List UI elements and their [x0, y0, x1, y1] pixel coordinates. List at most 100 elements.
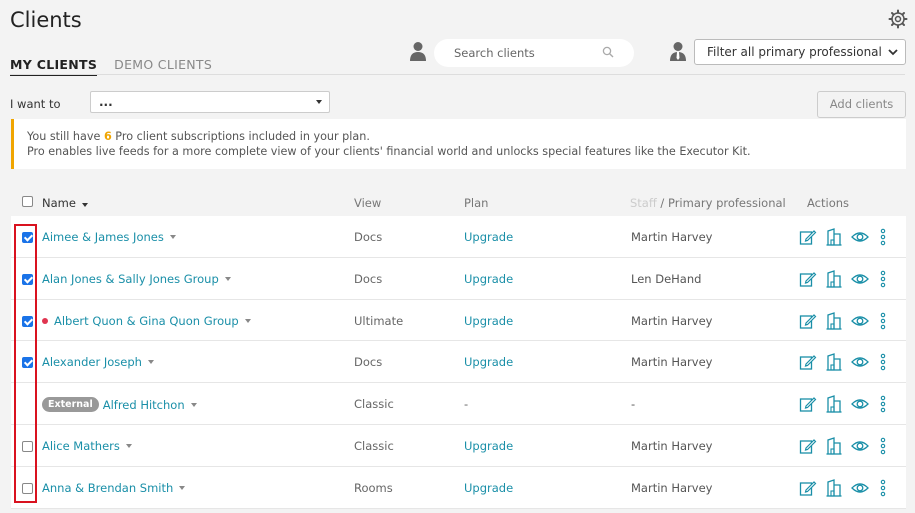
- staff-separator: /: [656, 196, 668, 210]
- client-menu-caret-icon[interactable]: [190, 402, 197, 407]
- building-icon[interactable]: [825, 353, 843, 372]
- row-checkbox[interactable]: [22, 232, 33, 243]
- client-name-label[interactable]: Alexander Joseph: [42, 355, 142, 369]
- table-row[interactable]: Alexander Joseph Docs Upgrade Martin Har…: [11, 341, 906, 384]
- client-name[interactable]: Alexander Joseph: [42, 355, 154, 369]
- client-name[interactable]: Aimee & James Jones: [42, 230, 176, 244]
- more-options-icon[interactable]: [879, 479, 887, 497]
- building-icon[interactable]: [825, 269, 843, 288]
- edit-icon[interactable]: [799, 353, 817, 371]
- view-cell: Ultimate: [354, 313, 404, 328]
- client-menu-caret-icon[interactable]: [224, 276, 231, 281]
- client-name[interactable]: Anna & Brendan Smith: [42, 481, 186, 495]
- plan-cell: -: [464, 397, 469, 412]
- search-icon[interactable]: [602, 46, 614, 58]
- client-menu-caret-icon[interactable]: [179, 485, 186, 490]
- i-want-to-select[interactable]: ...: [90, 91, 330, 113]
- building-icon[interactable]: [825, 228, 843, 246]
- primary-professional-cell: Len DeHand: [631, 271, 702, 286]
- client-name-label[interactable]: Alfred Hitchon: [103, 398, 185, 412]
- column-name-label: Name: [42, 196, 76, 210]
- view-cell: Docs: [354, 230, 383, 244]
- more-options-icon[interactable]: [879, 395, 887, 413]
- column-actions: Actions: [807, 196, 850, 210]
- plan-cell[interactable]: Upgrade: [464, 355, 513, 369]
- column-view: View: [354, 196, 382, 210]
- staff-toggle[interactable]: Staff: [630, 196, 657, 210]
- table-header: Name View Plan Staff / Primary professio…: [11, 188, 906, 216]
- more-options-icon[interactable]: [879, 270, 887, 288]
- table-row[interactable]: Alan Jones & Sally Jones Group Docs Upgr…: [11, 257, 906, 300]
- more-options-icon[interactable]: [879, 437, 887, 455]
- row-checkbox[interactable]: [22, 357, 33, 369]
- professional-icon: [670, 42, 686, 61]
- building-icon[interactable]: [825, 311, 843, 330]
- eye-icon[interactable]: [851, 479, 869, 497]
- more-options-icon[interactable]: [879, 312, 887, 330]
- building-icon[interactable]: [825, 478, 843, 497]
- column-name[interactable]: Name: [42, 196, 88, 210]
- table-row[interactable]: Albert Quon & Gina Quon Group Ultimate U…: [11, 299, 906, 342]
- client-name[interactable]: Alan Jones & Sally Jones Group: [42, 272, 231, 286]
- search-clients-input[interactable]: Search clients: [434, 39, 634, 67]
- view-cell: Docs: [354, 355, 383, 370]
- primary-professional-filter[interactable]: Filter all primary professional: [694, 39, 906, 65]
- row-checkbox[interactable]: [22, 273, 33, 285]
- client-name[interactable]: External Alfred Hitchon: [42, 397, 197, 413]
- client-menu-caret-icon[interactable]: [169, 235, 176, 239]
- table-row[interactable]: External Alfred Hitchon Classic - -: [11, 383, 906, 425]
- eye-icon[interactable]: [851, 437, 869, 455]
- row-checkbox[interactable]: [22, 482, 33, 494]
- primary-professional-cell: Martin Harvey: [631, 230, 713, 244]
- client-name-label[interactable]: Alan Jones & Sally Jones Group: [42, 272, 219, 286]
- view-cell: Classic: [354, 438, 394, 453]
- more-options-icon[interactable]: [879, 353, 887, 371]
- client-name[interactable]: Albert Quon & Gina Quon Group: [42, 314, 251, 328]
- i-want-to-label: I want to: [10, 97, 61, 111]
- edit-icon[interactable]: [799, 228, 817, 246]
- edit-icon[interactable]: [799, 270, 817, 288]
- client-name-label[interactable]: Albert Quon & Gina Quon Group: [54, 314, 239, 328]
- plan-cell[interactable]: Upgrade: [464, 481, 513, 495]
- client-menu-caret-icon[interactable]: [244, 318, 251, 323]
- plan-cell[interactable]: Upgrade: [464, 314, 513, 328]
- eye-icon[interactable]: [851, 312, 869, 330]
- eye-icon[interactable]: [851, 228, 869, 246]
- more-options-icon[interactable]: [879, 228, 887, 246]
- plan-cell[interactable]: Upgrade: [464, 230, 513, 244]
- table-body: Aimee & James Jones Docs Upgrade Martin …: [11, 216, 906, 509]
- eye-icon[interactable]: [851, 353, 869, 371]
- eye-icon[interactable]: [851, 270, 869, 288]
- client-menu-caret-icon[interactable]: [147, 360, 154, 365]
- edit-icon[interactable]: [799, 395, 817, 413]
- client-name-label[interactable]: Anna & Brendan Smith: [42, 481, 173, 495]
- table-row[interactable]: Alice Mathers Classic Upgrade Martin Har…: [11, 424, 906, 467]
- gear-icon[interactable]: [888, 9, 908, 29]
- notice-prefix: You still have: [27, 130, 104, 143]
- edit-icon[interactable]: [799, 479, 817, 497]
- subscription-notice: You still have 6 Pro client subscription…: [11, 119, 906, 169]
- building-icon[interactable]: [825, 437, 843, 455]
- row-checkbox[interactable]: [22, 315, 33, 327]
- building-icon[interactable]: [825, 395, 843, 413]
- plan-cell[interactable]: Upgrade: [464, 439, 513, 453]
- client-name-label[interactable]: Aimee & James Jones: [42, 230, 164, 244]
- plan-cell[interactable]: Upgrade: [464, 272, 513, 286]
- primary-professional-cell: Martin Harvey: [631, 438, 713, 453]
- person-icon: [410, 42, 426, 61]
- row-checkbox[interactable]: [22, 440, 33, 452]
- notice-count: 6: [103, 130, 112, 143]
- client-name-label[interactable]: Alice Mathers: [42, 439, 120, 453]
- select-all-checkbox[interactable]: [22, 196, 33, 207]
- row-actions: [799, 395, 887, 413]
- external-badge: External: [42, 397, 99, 413]
- eye-icon[interactable]: [851, 395, 869, 413]
- client-name[interactable]: Alice Mathers: [42, 439, 132, 453]
- table-row[interactable]: Aimee & James Jones Docs Upgrade Martin …: [11, 216, 906, 258]
- edit-icon[interactable]: [799, 437, 817, 455]
- add-clients-button[interactable]: Add clients: [817, 91, 906, 118]
- primary-professional-toggle[interactable]: Primary professional: [668, 196, 786, 210]
- edit-icon[interactable]: [799, 312, 817, 330]
- client-menu-caret-icon[interactable]: [125, 443, 132, 448]
- table-row[interactable]: Anna & Brendan Smith Rooms Upgrade Marti…: [11, 466, 906, 509]
